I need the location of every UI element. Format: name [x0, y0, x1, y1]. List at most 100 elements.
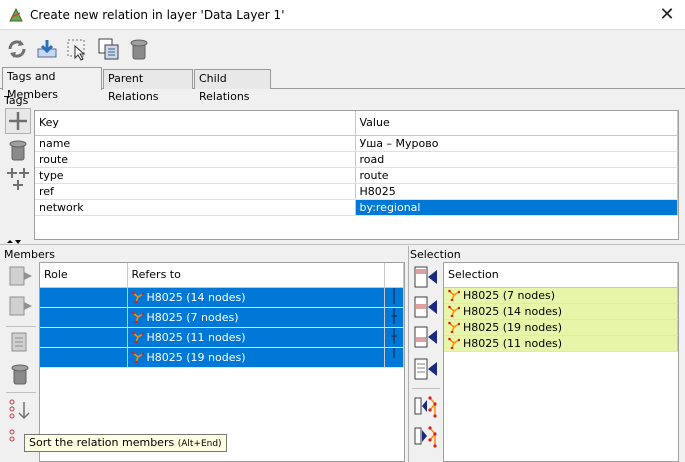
tab-child-relations[interactable]: Child Relations: [194, 69, 271, 103]
tag-row[interactable]: type route: [35, 167, 678, 184]
tag-key[interactable]: network: [35, 199, 356, 216]
splitter[interactable]: [0, 244, 685, 245]
tab-tags-and-members[interactable]: Tags and Members: [2, 67, 102, 101]
selection-item[interactable]: H8025 (7 nodes): [444, 287, 678, 304]
add-selected-at-start-button[interactable]: [413, 264, 439, 290]
tag-key[interactable]: route: [35, 151, 356, 168]
way-icon: [448, 321, 460, 333]
selection-label: H8025 (7 nodes): [463, 288, 556, 302]
selection-row[interactable]: H8025 (11 nodes): [444, 335, 678, 352]
sort-members-button[interactable]: [8, 398, 34, 424]
tag-row[interactable]: route road: [35, 151, 678, 168]
add-tag-button[interactable]: [5, 108, 31, 134]
tag-key[interactable]: type: [35, 167, 356, 184]
delete-tag-button[interactable]: [6, 138, 32, 164]
selection-item[interactable]: H8025 (14 nodes): [444, 303, 678, 320]
select-icon[interactable]: [65, 37, 89, 61]
tag-value[interactable]: Уша – Мурово: [355, 135, 678, 152]
select-members-button[interactable]: [413, 394, 439, 420]
edit-member-button[interactable]: [8, 330, 34, 356]
member-refers-to[interactable]: H8025 (19 nodes): [127, 347, 385, 368]
linkage-icon: [393, 287, 394, 304]
column-header-selection[interactable]: Selection: [444, 263, 678, 288]
divider: [6, 392, 36, 393]
add-selected-before-button[interactable]: [413, 294, 439, 320]
member-move-icon: [9, 296, 32, 316]
member-role[interactable]: [40, 347, 128, 368]
sort-tooltip: Sort the relation members (Alt+End): [24, 434, 227, 452]
member-refers-to[interactable]: H8025 (7 nodes): [127, 307, 385, 328]
selection-row[interactable]: H8025 (7 nodes): [444, 287, 678, 304]
way-icon: [448, 305, 460, 317]
close-icon[interactable]: ✕: [649, 0, 685, 30]
column-header-role[interactable]: Role: [40, 263, 128, 288]
move-down-member-button[interactable]: [8, 294, 34, 320]
tag-value[interactable]: H8025: [355, 183, 678, 200]
tooltip-shortcut: (Alt+End): [177, 439, 222, 449]
member-row[interactable]: H8025 (11 nodes): [40, 327, 404, 348]
member-role[interactable]: [40, 287, 128, 308]
linkage-cell: [384, 347, 404, 368]
tab-parent-relations[interactable]: Parent Relations: [103, 69, 193, 103]
linkage-icon: [390, 327, 397, 344]
divider: [6, 326, 36, 327]
tab-bar: Tags and Members Parent Relations Child …: [0, 67, 685, 103]
add-selected-at-end-button[interactable]: [413, 356, 439, 382]
splitter-arrows-icon[interactable]: [6, 239, 22, 247]
insert-at-start-icon: [414, 266, 437, 288]
refresh-icon[interactable]: [5, 37, 29, 61]
tag-value[interactable]: route: [355, 167, 678, 184]
app-icon: [9, 7, 23, 22]
tag-value[interactable]: by:regional: [355, 199, 678, 216]
selection-row[interactable]: H8025 (19 nodes): [444, 319, 678, 336]
linkage-cell: [384, 307, 404, 328]
add-selected-after-button[interactable]: [413, 324, 439, 350]
remove-member-button[interactable]: [8, 362, 34, 388]
column-header-key[interactable]: Key: [35, 111, 356, 136]
tag-value[interactable]: road: [355, 151, 678, 168]
divider: [412, 388, 440, 389]
member-row[interactable]: H8025 (7 nodes): [40, 307, 404, 328]
tag-row[interactable]: network by:regional: [35, 199, 678, 216]
paste-tags-button[interactable]: [5, 166, 31, 192]
selection-item[interactable]: H8025 (19 nodes): [444, 319, 678, 336]
way-icon: [448, 289, 460, 301]
member-row[interactable]: H8025 (14 nodes): [40, 287, 404, 308]
insert-after-icon: [414, 326, 437, 348]
way-icon: [131, 291, 144, 303]
selection-label: H8025 (14 nodes): [463, 304, 563, 318]
move-up-member-button[interactable]: [8, 264, 34, 290]
download-icon[interactable]: [35, 37, 59, 61]
column-header-value[interactable]: Value: [355, 111, 678, 136]
member-label: H8025 (19 nodes): [146, 350, 246, 364]
tooltip-text: Sort the relation members: [29, 436, 175, 449]
way-icon: [131, 311, 144, 323]
linkage-cell: [384, 327, 404, 348]
member-refers-to[interactable]: H8025 (14 nodes): [127, 287, 385, 308]
member-refers-to[interactable]: H8025 (11 nodes): [127, 327, 385, 348]
member-role[interactable]: [40, 327, 128, 348]
selection-item[interactable]: H8025 (11 nodes): [444, 335, 678, 352]
duplicate-icon[interactable]: [97, 37, 121, 61]
tag-row[interactable]: ref H8025: [35, 183, 678, 200]
tag-key[interactable]: name: [35, 135, 356, 152]
member-label: H8025 (11 nodes): [146, 330, 246, 344]
selection-table: Selection H8025 (7 nodes) H8025 (14 node…: [443, 262, 679, 462]
multi-plus-icon: [7, 168, 29, 190]
selection-row[interactable]: H8025 (14 nodes): [444, 303, 678, 320]
column-header-refers-to[interactable]: Refers to: [127, 263, 385, 288]
tag-key[interactable]: ref: [35, 183, 356, 200]
tag-row[interactable]: name Уша – Мурово: [35, 135, 678, 152]
select-members-icon: [414, 396, 437, 418]
member-row[interactable]: H8025 (19 nodes): [40, 347, 404, 368]
members-section-label: Members: [4, 248, 55, 261]
delete-icon[interactable]: [127, 37, 151, 61]
splitter-vertical[interactable]: [408, 246, 409, 462]
plus-icon: [9, 112, 27, 130]
member-role[interactable]: [40, 307, 128, 328]
member-edit-icon: [11, 332, 27, 352]
selection-label: H8025 (19 nodes): [463, 320, 563, 334]
select-primitives-button[interactable]: [413, 424, 439, 450]
members-table: Role Refers to H8025 (14 nodes) H8025 (7…: [39, 262, 405, 462]
tags-table: Key Value name Уша – Мурово route road t…: [34, 110, 679, 240]
